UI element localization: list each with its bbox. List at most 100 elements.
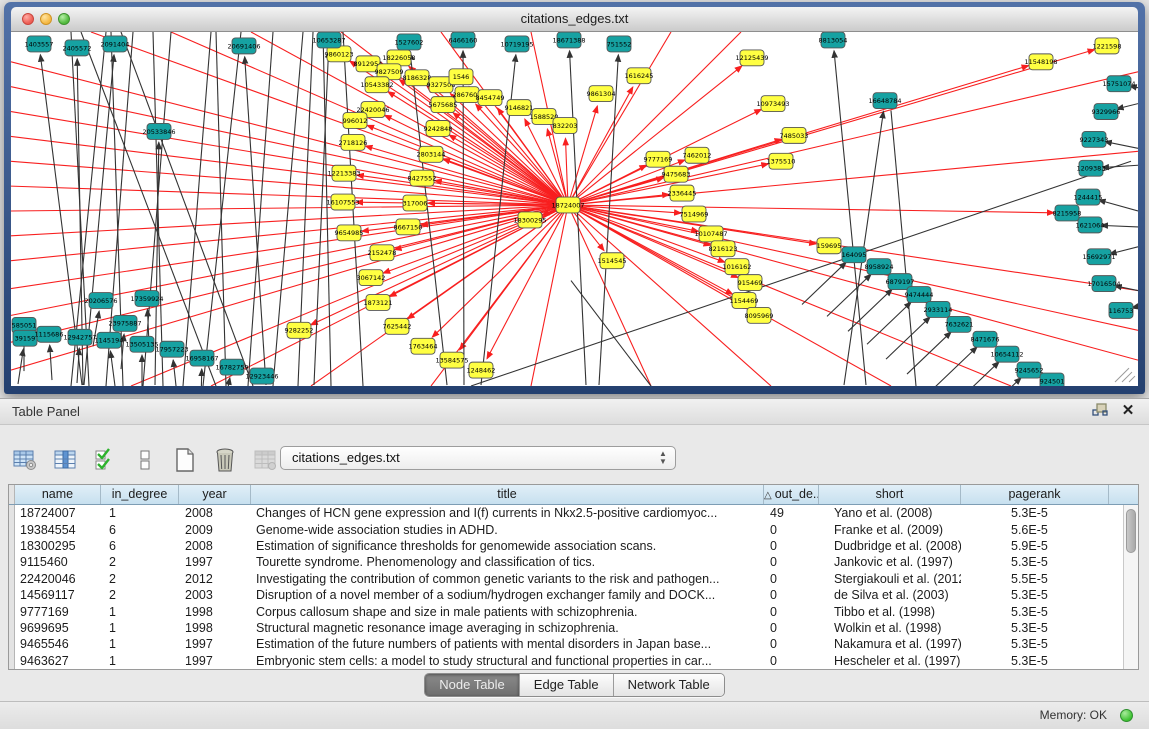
- graph-node[interactable]: 1621064: [1076, 217, 1105, 233]
- graph-node[interactable]: 1016162: [723, 259, 752, 275]
- column-header-title[interactable]: title: [251, 485, 764, 504]
- graph-node[interactable]: 1244415: [1074, 189, 1103, 205]
- graph-node[interactable]: 6466160: [449, 32, 478, 48]
- graph-node[interactable]: 8427552: [408, 170, 437, 186]
- graph-node[interactable]: 1375510: [767, 153, 796, 169]
- graph-node[interactable]: 8454749: [476, 90, 505, 106]
- graph-node[interactable]: 16958167: [185, 350, 218, 366]
- graph-node[interactable]: 12213383: [327, 165, 360, 181]
- table-row[interactable]: 977716911998Corpus callosum shape and si…: [9, 603, 1124, 619]
- graph-node[interactable]: 16648784: [868, 93, 901, 109]
- graph-node[interactable]: 13584575: [435, 352, 468, 368]
- graph-node[interactable]: 2336445: [668, 185, 697, 201]
- graph-node[interactable]: 9227343: [1080, 131, 1109, 147]
- graph-node[interactable]: 8958924: [865, 259, 894, 275]
- graph-node[interactable]: 1873121: [364, 295, 393, 311]
- new-table-icon[interactable]: [172, 446, 198, 474]
- graph-node[interactable]: 2718126: [339, 134, 368, 150]
- graph-node[interactable]: 10719195: [500, 36, 533, 52]
- graph-node[interactable]: 20533846: [142, 123, 175, 139]
- graph-node[interactable]: 1527602: [395, 34, 424, 50]
- graph-node[interactable]: 15692971: [1082, 249, 1115, 265]
- graph-node[interactable]: 10107487: [694, 226, 727, 242]
- graph-node[interactable]: 751552: [607, 36, 632, 52]
- graph-node[interactable]: 39159: [13, 330, 37, 346]
- graph-node[interactable]: 9282252: [285, 322, 314, 338]
- graph-node[interactable]: 317006: [403, 195, 428, 211]
- graph-node[interactable]: 1221598: [1093, 38, 1122, 54]
- float-panel-icon[interactable]: [1091, 403, 1109, 419]
- graph-node[interactable]: 12923446: [245, 368, 278, 384]
- graph-node[interactable]: 7632621: [945, 316, 974, 332]
- table-selector-dropdown[interactable]: citations_edges.txt ▲▼: [280, 446, 676, 470]
- table-row[interactable]: 1456911722003Disruption of a novel membe…: [9, 587, 1124, 603]
- graph-node[interactable]: 10653287: [312, 32, 345, 48]
- table-row[interactable]: 946362711997Embryonic stem cells: a mode…: [9, 653, 1124, 669]
- graph-node[interactable]: 996012: [343, 113, 368, 129]
- graph-node[interactable]: 9475683: [662, 166, 691, 182]
- graph-node[interactable]: 20691406: [227, 38, 260, 54]
- graph-node[interactable]: 1616245: [625, 68, 654, 84]
- graph-node[interactable]: 1763464: [409, 338, 438, 354]
- graph-node[interactable]: 164095: [842, 247, 867, 263]
- graph-node[interactable]: 2152478: [368, 245, 397, 261]
- graph-node[interactable]: 2405572: [63, 40, 92, 56]
- graph-node[interactable]: 18724007: [551, 197, 584, 213]
- graph-node[interactable]: 1145194: [95, 332, 124, 348]
- column-header-year[interactable]: year: [179, 485, 251, 504]
- column-header-in_degree[interactable]: in_degree: [101, 485, 179, 504]
- graph-node[interactable]: 9245652: [1015, 362, 1044, 378]
- graph-node[interactable]: 12125439: [735, 50, 768, 66]
- tab-edge-table[interactable]: Edge Table: [519, 674, 613, 696]
- close-window-button[interactable]: [22, 13, 34, 25]
- graph-node[interactable]: 9654985: [335, 225, 364, 241]
- graph-node[interactable]: 15751074: [1102, 76, 1135, 92]
- column-header-short[interactable]: short: [819, 485, 961, 504]
- graph-node[interactable]: 9474444: [905, 287, 934, 303]
- graph-node[interactable]: 7462012: [683, 147, 712, 163]
- graph-node[interactable]: 1248462: [467, 362, 496, 378]
- column-settings-icon[interactable]: [12, 446, 38, 474]
- graph-node[interactable]: 116753: [1109, 302, 1134, 318]
- table-row[interactable]: 2242004622012Investigating the contribut…: [9, 571, 1124, 587]
- graph-node[interactable]: 8216123: [709, 241, 738, 257]
- scrollbar-thumb[interactable]: [1126, 509, 1136, 553]
- graph-node[interactable]: 1209383: [1077, 160, 1106, 176]
- network-graph[interactable]: 1872400798601238912954182260589827509105…: [11, 32, 1138, 386]
- network-canvas[interactable]: 1872400798601238912954182260589827509105…: [11, 32, 1138, 386]
- graph-node[interactable]: 10543382: [360, 77, 393, 93]
- graph-node[interactable]: 23975887: [108, 315, 141, 331]
- table-row[interactable]: 1830029562008Estimation of significance …: [9, 538, 1124, 554]
- graph-node[interactable]: 10973493: [756, 96, 789, 112]
- graph-node[interactable]: 924501: [1040, 373, 1065, 386]
- select-columns-icon[interactable]: [52, 446, 78, 474]
- graph-node[interactable]: 9861304: [587, 86, 616, 102]
- graph-node[interactable]: 7625442: [383, 318, 412, 334]
- graph-node[interactable]: 8471676: [971, 331, 1000, 347]
- column-header-pagerank[interactable]: pagerank: [961, 485, 1109, 504]
- graph-node[interactable]: 1115686: [35, 326, 64, 342]
- graph-node[interactable]: 1403557: [25, 36, 54, 52]
- graph-node[interactable]: 8813054: [819, 32, 848, 48]
- delete-table-icon[interactable]: [252, 446, 278, 474]
- table-scrollbar[interactable]: [1123, 505, 1138, 669]
- graph-node[interactable]: 17359924: [130, 291, 163, 307]
- table-row[interactable]: 911546021997Tourette syndrome. Phenomeno…: [9, 554, 1124, 570]
- graph-node[interactable]: 8095969: [745, 307, 774, 323]
- graph-node[interactable]: 11548198: [1024, 54, 1057, 70]
- window-titlebar[interactable]: citations_edges.txt: [11, 7, 1138, 32]
- select-all-icon[interactable]: [92, 446, 118, 474]
- close-panel-icon[interactable]: ✕: [1119, 400, 1137, 422]
- graph-node[interactable]: 8667150: [394, 219, 423, 235]
- graph-node[interactable]: 5675685: [429, 97, 458, 113]
- column-header-name[interactable]: name: [15, 485, 101, 504]
- graph-node[interactable]: 832203: [553, 118, 578, 134]
- graph-node[interactable]: 1154469: [730, 293, 759, 309]
- graph-node[interactable]: 16107553: [326, 194, 359, 210]
- canvas-resize-grip[interactable]: [1115, 368, 1135, 382]
- graph-node[interactable]: 2803144: [417, 146, 446, 162]
- graph-node[interactable]: 18671388: [552, 32, 585, 48]
- graph-node[interactable]: 915469: [738, 275, 763, 291]
- graph-node[interactable]: 1514545: [598, 253, 627, 269]
- table-row[interactable]: 946554611997Estimation of the future num…: [9, 636, 1124, 652]
